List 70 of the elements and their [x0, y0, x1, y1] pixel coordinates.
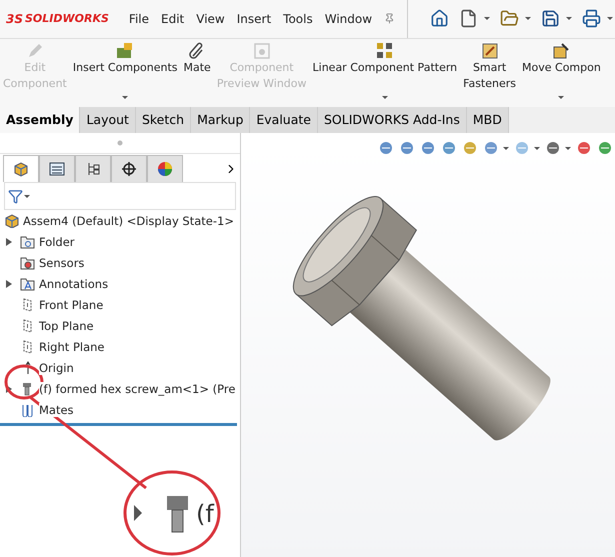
panel-tab[interactable]	[75, 155, 111, 182]
tree-item[interactable]: Sensors	[39, 256, 84, 270]
origin-icon	[24, 360, 30, 375]
menu-item[interactable]: File	[122, 12, 156, 26]
fastener-icon	[480, 42, 499, 60]
tab[interactable]: Assembly	[0, 107, 80, 134]
filter-field[interactable]	[4, 182, 236, 210]
tree-item[interactable]: Folder	[39, 234, 75, 249]
tree-item[interactable]: Top Plane	[39, 318, 94, 333]
caret-icon[interactable]	[484, 17, 490, 20]
tab[interactable]: Evaluate	[250, 107, 318, 134]
command-button[interactable]: Move Compon	[519, 42, 604, 99]
logo-mark: 3S	[6, 12, 23, 26]
grip-icon[interactable]	[117, 140, 123, 146]
command-button[interactable]: Mate	[180, 42, 214, 76]
tab[interactable]: Layout	[80, 107, 136, 134]
callout-text: (f	[196, 500, 214, 528]
app-logo: SOLIDWORKS	[25, 12, 109, 26]
command-button[interactable]: Linear Component Pattern	[310, 42, 460, 99]
tab[interactable]: MBD	[466, 107, 509, 134]
grid-icon	[376, 42, 394, 60]
menu-item[interactable]: View	[190, 12, 231, 26]
expand-icon	[134, 505, 142, 521]
caret-icon[interactable]	[24, 194, 30, 198]
caret-icon[interactable]	[122, 96, 128, 99]
pin-icon[interactable]	[384, 12, 395, 26]
tree-item[interactable]: Origin	[39, 360, 74, 375]
open-icon[interactable]	[500, 9, 519, 28]
save-icon[interactable]	[541, 9, 560, 28]
panel-tab[interactable]	[3, 155, 39, 182]
menu-item[interactable]: Window	[318, 12, 378, 26]
tree-item[interactable]: Front Plane	[39, 298, 104, 312]
tree-item[interactable]: (f) formed hex screw_am<1> (Pre	[39, 382, 236, 396]
expand-icon[interactable]	[6, 280, 12, 288]
caret-icon[interactable]	[382, 96, 388, 99]
screw-icon	[167, 496, 188, 532]
panel-tab[interactable]	[111, 155, 147, 182]
caret-icon[interactable]	[565, 146, 571, 150]
filter-icon[interactable]	[8, 188, 23, 204]
box-icon	[552, 42, 570, 60]
caret-icon[interactable]	[558, 96, 564, 99]
paperclips-icon	[20, 402, 35, 417]
tab[interactable]: SOLIDWORKS Add-Ins	[318, 107, 467, 134]
tree-item[interactable]: Mates	[39, 402, 74, 417]
new-icon[interactable]	[459, 9, 478, 28]
command-button[interactable]: Smart Fasteners	[460, 42, 520, 92]
tree-root[interactable]: Assem4 (Default) <Display State-1>	[23, 214, 234, 228]
caret-icon[interactable]	[503, 146, 509, 150]
crosshair-icon	[121, 161, 137, 178]
caret-icon[interactable]	[525, 17, 531, 20]
folder-icon	[20, 234, 35, 249]
panel-tab[interactable]	[39, 155, 75, 182]
caret-icon[interactable]	[607, 17, 613, 20]
window-icon	[252, 42, 271, 60]
list-icon	[49, 161, 65, 178]
command-button[interactable]: Insert Components	[70, 42, 181, 99]
menu-item[interactable]: Insert	[230, 12, 278, 26]
gauge-icon	[20, 256, 35, 270]
menu-item[interactable]: Edit	[155, 12, 190, 26]
menu-item[interactable]: Tools	[277, 12, 319, 26]
caret-icon[interactable]	[534, 146, 540, 150]
tree-item[interactable]: Annotations	[39, 276, 108, 291]
print-icon[interactable]	[582, 9, 601, 28]
expand-icon[interactable]	[6, 238, 12, 246]
tab[interactable]: Sketch	[136, 107, 192, 134]
tab[interactable]: Markup	[191, 107, 250, 134]
caret-icon[interactable]	[566, 17, 572, 20]
tree-item[interactable]: Right Plane	[39, 340, 104, 354]
folder-icon	[116, 42, 134, 60]
home-icon[interactable]	[430, 9, 449, 28]
